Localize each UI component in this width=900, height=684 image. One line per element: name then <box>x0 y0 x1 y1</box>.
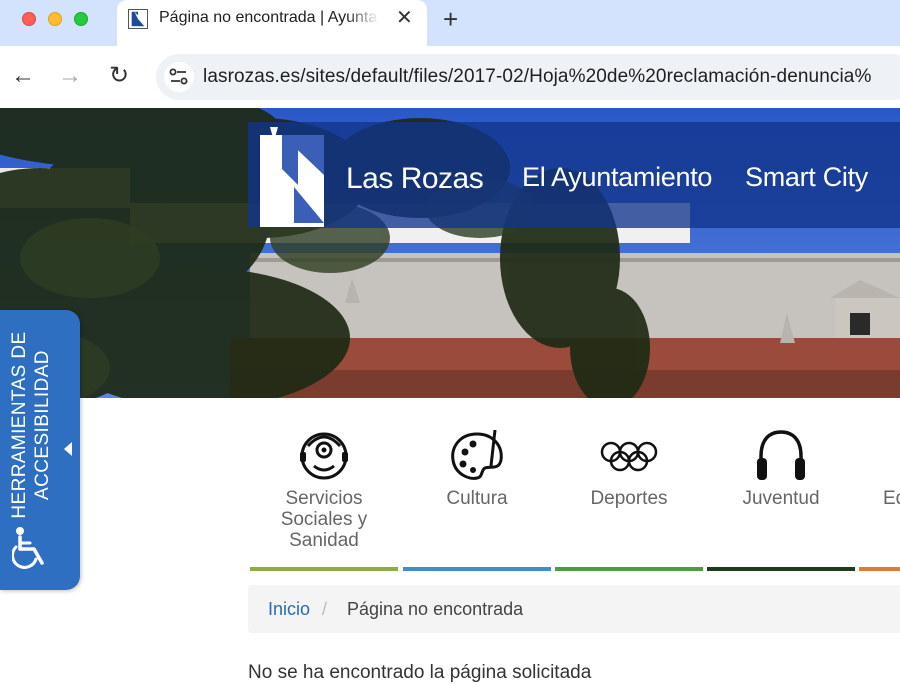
menu-item-ayuntamiento[interactable]: El Ayuntamiento <box>522 162 712 193</box>
category-underline-educacion <box>859 567 900 571</box>
category-cultura[interactable]: Cultura <box>403 426 551 509</box>
olympic-rings-icon <box>600 441 658 472</box>
browser-tab-bar: Página no encontrada | Ayuntamiento de L… <box>0 0 900 46</box>
menu-item-smart-city[interactable]: Smart City <box>745 162 868 193</box>
address-bar[interactable]: lasrozas.es/sites/default/files/2017-02/… <box>156 54 900 100</box>
category-underline-cultura <box>403 567 551 571</box>
accessibility-tools-toggle[interactable]: HERRAMIENTAS DE ACCESIBILIDAD <box>0 310 80 590</box>
site-header: Las Rozas El Ayuntamiento Smart City <box>248 122 900 228</box>
browser-tab-active[interactable]: Página no encontrada | Ayuntamiento de L… <box>117 0 427 46</box>
forward-button[interactable]: → <box>56 60 84 92</box>
close-window-button[interactable] <box>22 12 36 26</box>
tab-title: Página no encontrada | Ayuntamiento de L… <box>159 9 379 26</box>
headphones-icon <box>757 430 805 480</box>
category-juventud[interactable]: Juventud <box>707 426 855 509</box>
not-found-message: No se ha encontrado la página solicitada <box>248 662 592 683</box>
accessibility-label: HERRAMIENTAS DE ACCESIBILIDAD <box>9 331 53 519</box>
category-underline-servicios <box>250 567 398 571</box>
breadcrumb: Inicio / Página no encontrada <box>248 585 900 633</box>
maximize-window-button[interactable] <box>74 12 88 26</box>
reload-button[interactable]: ↻ <box>105 60 133 92</box>
minimize-window-button[interactable] <box>48 12 62 26</box>
category-underline-juventud <box>707 567 855 571</box>
site-settings-icon[interactable] <box>164 62 194 92</box>
wheelchair-icon <box>12 527 44 569</box>
category-label: Ed <box>883 488 900 509</box>
browser-toolbar: ← → ↻ lasrozas.es/sites/default/files/20… <box>0 46 900 108</box>
breadcrumb-home-link[interactable]: Inicio <box>268 599 310 620</box>
close-tab-icon[interactable]: ✕ <box>396 8 413 28</box>
category-label: Servicios Sociales y Sanidad <box>280 488 368 551</box>
breadcrumb-current: Página no encontrada <box>347 599 524 619</box>
category-label: Juventud <box>742 488 820 509</box>
caret-left-icon <box>64 442 72 456</box>
hero-banner: Las Rozas El Ayuntamiento Smart City <box>0 108 900 398</box>
category-servicios-sociales[interactable]: Servicios Sociales y Sanidad <box>250 426 398 551</box>
category-educacion[interactable]: Ed <box>859 426 900 509</box>
new-tab-button[interactable]: + <box>443 6 458 32</box>
breadcrumb-separator: / <box>322 599 328 619</box>
back-button[interactable]: ← <box>9 60 37 92</box>
social-services-icon <box>300 432 348 480</box>
category-underline-deportes <box>555 567 703 571</box>
brand-name[interactable]: Las Rozas <box>346 162 484 196</box>
favicon-icon <box>128 9 148 29</box>
category-label: Cultura <box>446 488 508 509</box>
category-deportes[interactable]: Deportes <box>555 426 703 509</box>
category-label: Deportes <box>590 488 668 509</box>
url-text: lasrozas.es/sites/default/files/2017-02/… <box>203 66 872 87</box>
palette-icon <box>451 429 503 480</box>
las-rozas-logo[interactable] <box>260 127 324 227</box>
